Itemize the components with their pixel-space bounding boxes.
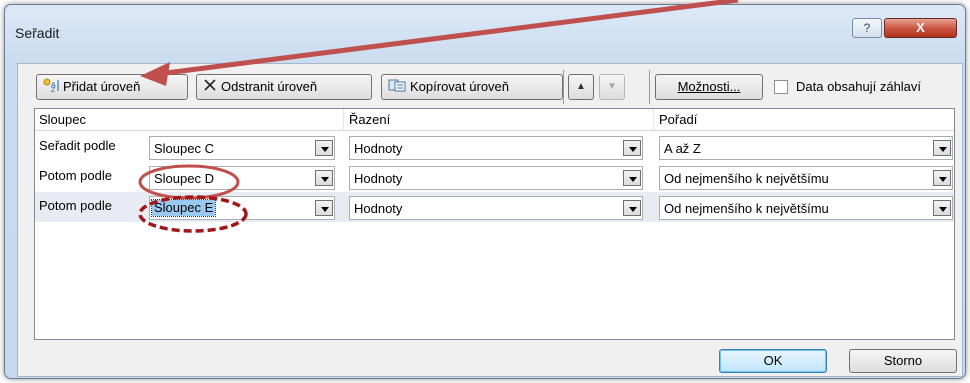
column-header-order: Pořadí — [659, 112, 698, 127]
dropdown-arrow-icon[interactable] — [623, 170, 641, 186]
sort-dialog: Seřadit ? X A Z Přidat úroveň Odstranit … — [4, 4, 966, 379]
header-divider — [343, 109, 344, 131]
ok-button[interactable]: OK — [719, 349, 827, 373]
sort-on-select-value: Hodnoty — [354, 141, 403, 156]
move-up-button[interactable]: ▲ — [568, 74, 594, 100]
order-select[interactable]: Od nejmenšího k největšímu — [659, 196, 953, 220]
copy-level-label: Kopírovat úroveň — [410, 79, 510, 94]
sort-level-row[interactable]: Seřadit podle Sloupec C Hodnoty A až Z — [35, 132, 954, 162]
help-button[interactable]: ? — [852, 18, 882, 38]
row-label: Seřadit podle — [39, 138, 116, 153]
header-checkbox-label: Data obsahují záhlaví — [796, 79, 922, 95]
order-select[interactable]: Od nejmenšího k největšímu — [659, 166, 953, 190]
header-checkbox[interactable] — [774, 79, 788, 94]
sort-on-select[interactable]: Hodnoty — [349, 166, 643, 190]
sort-level-row-selected[interactable]: Potom podle Sloupec E Hodnoty Od nejmenš… — [35, 192, 954, 222]
dropdown-arrow-icon[interactable] — [315, 200, 333, 216]
column-select[interactable]: Sloupec C — [149, 136, 335, 160]
order-select-value: A až Z — [664, 141, 701, 156]
close-button[interactable]: X — [884, 18, 957, 38]
sort-on-select[interactable]: Hodnoty — [349, 136, 643, 160]
sort-on-select[interactable]: Hodnoty — [349, 196, 643, 220]
column-select[interactable]: Sloupec E — [149, 196, 335, 220]
sort-levels-grid: Sloupec Řazení Pořadí Seřadit podle Slou… — [34, 108, 955, 340]
sort-on-select-value: Hodnoty — [354, 171, 403, 186]
header-checkbox-wrap[interactable]: Data obsahují záhlaví — [774, 78, 921, 98]
dropdown-arrow-icon[interactable] — [315, 140, 333, 156]
cancel-button[interactable]: Storno — [849, 349, 957, 373]
column-header-column: Sloupec — [39, 112, 86, 127]
order-select-value: Od nejmenšího k největšímu — [664, 171, 829, 186]
grid-header: Sloupec Řazení Pořadí — [35, 109, 954, 131]
dropdown-arrow-icon[interactable] — [623, 200, 641, 216]
dropdown-arrow-icon[interactable] — [933, 170, 951, 186]
sort-on-select-value: Hodnoty — [354, 201, 403, 216]
dropdown-arrow-icon[interactable] — [933, 200, 951, 216]
row-label: Potom podle — [39, 168, 112, 183]
move-down-button[interactable]: ▼ — [599, 74, 625, 100]
header-divider — [653, 109, 654, 131]
add-level-label: Přidat úroveň — [63, 79, 141, 94]
add-level-button[interactable]: A Z Přidat úroveň — [36, 74, 188, 100]
remove-level-label: Odstranit úroveň — [221, 79, 318, 94]
column-header-sort-on: Řazení — [349, 112, 391, 127]
dropdown-arrow-icon[interactable] — [623, 140, 641, 156]
dialog-body: A Z Přidat úroveň Odstranit úroveň Kopír… — [17, 63, 963, 377]
column-select[interactable]: Sloupec D — [149, 166, 335, 190]
sort-level-row[interactable]: Potom podle Sloupec D Hodnoty Od nejmenš… — [35, 162, 954, 192]
copy-level-button[interactable]: Kopírovat úroveň — [381, 74, 563, 100]
column-select-value: Sloupec C — [154, 141, 214, 156]
column-select-value: Sloupec D — [154, 171, 214, 186]
toolbar-separator — [649, 70, 650, 104]
column-select-value: Sloupec E — [150, 199, 217, 217]
delete-x-icon — [203, 76, 217, 100]
dropdown-arrow-icon[interactable] — [933, 140, 951, 156]
remove-level-button[interactable]: Odstranit úroveň — [196, 74, 372, 100]
row-label: Potom podle — [39, 198, 112, 213]
dialog-title: Seřadit — [15, 25, 60, 41]
order-select-value: Od nejmenšího k největšímu — [664, 201, 829, 216]
copy-icon — [388, 76, 406, 100]
options-label: Možnosti... — [677, 79, 741, 94]
options-button[interactable]: Možnosti... — [655, 74, 763, 100]
add-level-icon: A Z — [43, 76, 59, 100]
order-select[interactable]: A až Z — [659, 136, 953, 160]
dropdown-arrow-icon[interactable] — [315, 170, 333, 186]
toolbar-separator — [563, 70, 564, 104]
svg-text:Z: Z — [51, 87, 56, 92]
